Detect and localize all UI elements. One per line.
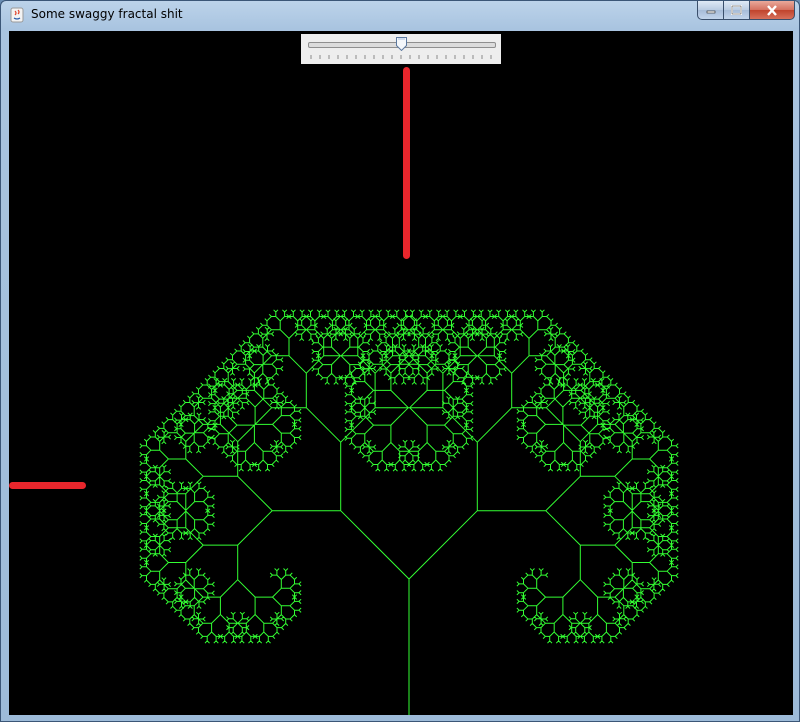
slider-thumb[interactable]: [395, 37, 407, 51]
fractal-branches: [139, 309, 679, 715]
minimize-icon: [706, 10, 715, 14]
slider-ticks: [310, 55, 492, 59]
maximize-button[interactable]: [724, 1, 750, 20]
window-title: Some swaggy fractal shit: [31, 7, 183, 21]
drawing-panel: [9, 31, 793, 715]
close-icon: [767, 4, 777, 16]
close-button[interactable]: [750, 1, 795, 20]
title-bar[interactable]: Some swaggy fractal shit: [1, 1, 799, 29]
maximize-icon: [731, 5, 742, 15]
app-window: Some swaggy fractal shit: [0, 0, 800, 722]
java-cup-icon: [10, 7, 24, 23]
depth-slider[interactable]: [301, 34, 501, 64]
window-controls: [697, 1, 795, 20]
vertical-annotation-marker: [403, 67, 410, 259]
fractal-tree: [139, 309, 679, 715]
minimize-button[interactable]: [697, 1, 724, 20]
horizontal-annotation-marker: [9, 482, 86, 489]
